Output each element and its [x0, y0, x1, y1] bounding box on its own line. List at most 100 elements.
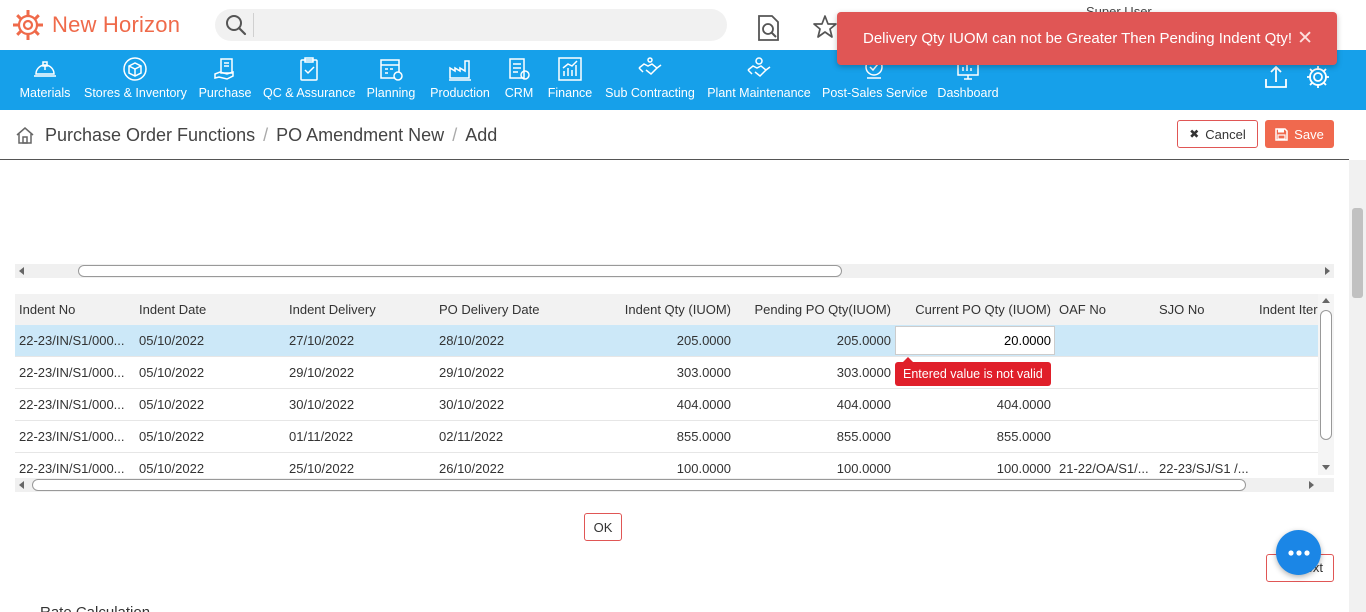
breadcrumb-separator: /	[452, 124, 458, 145]
scroll-thumb[interactable]	[32, 479, 1246, 491]
home-icon[interactable]	[15, 125, 35, 145]
grid-horizontal-scrollbar[interactable]	[15, 478, 1334, 492]
save-button[interactable]: Save	[1265, 120, 1334, 148]
current-po-qty-input[interactable]	[895, 326, 1055, 355]
nav-item-production[interactable]: Production	[428, 50, 492, 110]
scroll-right-arrow-icon[interactable]	[1325, 267, 1330, 275]
helmet-icon	[34, 61, 56, 77]
cell-oaf-no	[1059, 325, 1149, 356]
column-header[interactable]: PO Delivery Date	[439, 294, 579, 325]
cell-indent-qty: 404.0000	[676, 397, 731, 412]
cell-indent-no: 22-23/IN/S1/000...	[19, 429, 125, 444]
close-icon[interactable]: ✕	[1297, 29, 1313, 48]
column-header[interactable]: OAF No	[1059, 294, 1149, 325]
ok-button[interactable]: OK	[584, 513, 622, 541]
column-header[interactable]: Pending PO Qty(IUOM)	[741, 294, 891, 325]
settings-gear-icon[interactable]	[1305, 64, 1331, 90]
column-header[interactable]: Current PO Qty (IUOM)	[895, 294, 1051, 325]
scroll-left-arrow-icon[interactable]	[19, 481, 24, 489]
page-scrollbar[interactable]	[1349, 160, 1366, 612]
cell-indent-no: 22-23/IN/S1/000...	[19, 333, 125, 348]
cancel-button[interactable]: ✖ Cancel	[1177, 120, 1258, 148]
nav-item-stores-inventory[interactable]: Stores & Inventory	[84, 50, 187, 110]
table-row[interactable]: 22-23/IN/S1/000... 05/10/2022 30/10/2022…	[15, 389, 1318, 421]
table-row[interactable]: 22-23/IN/S1/000... 05/10/2022 25/10/2022…	[15, 453, 1318, 475]
gear-logo-icon	[13, 10, 43, 40]
cell-indent-no: 22-23/IN/S1/000...	[19, 365, 125, 380]
nav-item-finance[interactable]: Finance	[546, 50, 594, 110]
cell-po-delivery-date[interactable]: 30/10/2022	[439, 389, 579, 420]
nav-item-plant-maintenance[interactable]: Plant Maintenance	[706, 50, 812, 110]
cell-po-delivery-date[interactable]: 02/11/2022	[439, 421, 579, 452]
cell-indent-qty: 100.0000	[676, 461, 731, 475]
chat-bubble-button[interactable]	[1276, 530, 1321, 575]
nav-label: Materials	[19, 86, 71, 100]
grid-vertical-scrollbar[interactable]	[1318, 294, 1334, 475]
cell-po-delivery-date[interactable]: 29/10/2022	[439, 357, 579, 388]
cell-indent-no: 22-23/IN/S1/000...	[19, 461, 125, 475]
cell-indent-delivery: 27/10/2022	[289, 333, 355, 348]
scroll-down-arrow-icon[interactable]	[1322, 465, 1330, 470]
nav-item-planning[interactable]: Planning	[365, 50, 417, 110]
column-header[interactable]: Indent Delivery	[289, 294, 429, 325]
column-header[interactable]: Indent No	[19, 294, 129, 325]
chat-dots-icon	[1287, 549, 1310, 556]
table-row[interactable]: 22-23/IN/S1/000... 05/10/2022 29/10/2022…	[15, 357, 1318, 389]
cell-oaf-no	[1059, 421, 1149, 452]
scroll-up-arrow-icon[interactable]	[1322, 298, 1330, 303]
breadcrumb-item-purchase-order-functions[interactable]: Purchase Order Functions	[45, 125, 255, 146]
column-header[interactable]: Indent Date	[139, 294, 279, 325]
cell-po-delivery-date[interactable]: 28/10/2022	[439, 325, 579, 356]
star-icon[interactable]	[812, 14, 838, 40]
scroll-left-arrow-icon[interactable]	[19, 267, 24, 275]
column-header[interactable]: SJO No	[1159, 294, 1249, 325]
cell-current-po-qty[interactable]: 100.0000	[895, 453, 1051, 475]
cell-indent-qty: 303.0000	[676, 365, 731, 380]
cell-oaf-no	[1059, 389, 1149, 420]
nav-item-materials[interactable]: Materials	[16, 50, 74, 110]
purchase-icon	[214, 58, 234, 80]
column-header[interactable]: Indent Qty (IUOM)	[581, 294, 731, 325]
search-icon[interactable]	[225, 14, 247, 36]
nav-label: Sub Contracting	[605, 86, 695, 100]
cell-po-delivery-date[interactable]: 26/10/2022	[439, 453, 579, 475]
cell-pending-po-qty: 404.0000	[836, 397, 891, 412]
brand[interactable]: New Horizon	[12, 9, 180, 41]
cell-indent-date: 05/10/2022	[139, 397, 205, 412]
nav-label: Finance	[547, 86, 593, 100]
cell-sjo-no	[1159, 325, 1249, 356]
upload-icon[interactable]	[1263, 64, 1289, 90]
cell-current-po-qty[interactable]: 404.0000	[895, 389, 1051, 420]
rate-calculation-heading: Rate Calculation	[40, 604, 150, 612]
save-label: Save	[1294, 126, 1324, 142]
column-header[interactable]: Indent Iter	[1259, 294, 1318, 325]
table-row[interactable]: 22-23/IN/S1/000... 05/10/2022 01/11/2022…	[15, 421, 1318, 453]
nav-item-purchase[interactable]: Purchase	[196, 50, 254, 110]
nav-label: Dashboard	[937, 86, 999, 100]
header-divider	[0, 159, 1349, 160]
cell-pending-po-qty: 205.0000	[836, 333, 891, 348]
cell-current-po-qty[interactable]: 855.0000	[895, 421, 1051, 452]
scroll-thumb[interactable]	[78, 265, 842, 277]
breadcrumb-separator: /	[263, 124, 269, 145]
grid-header: Indent No Indent Date Indent Delivery PO…	[15, 294, 1318, 325]
nav-item-qc-assurance[interactable]: QC & Assurance	[263, 50, 355, 110]
validation-tooltip: Entered value is not valid	[895, 357, 1051, 386]
table-row[interactable]: 22-23/IN/S1/000... 05/10/2022 27/10/2022…	[15, 325, 1318, 357]
nav-item-crm[interactable]: CRM	[502, 50, 536, 110]
scroll-right-arrow-icon[interactable]	[1309, 481, 1314, 489]
upper-horizontal-scrollbar[interactable]	[15, 264, 1334, 278]
page-scroll-thumb[interactable]	[1352, 208, 1363, 298]
cell-indent-qty: 205.0000	[676, 333, 731, 348]
nav-item-sub-contracting[interactable]: Sub Contracting	[604, 50, 696, 110]
breadcrumb-item-po-amendment-new[interactable]: PO Amendment New	[276, 125, 444, 146]
cell-indent-delivery: 30/10/2022	[289, 397, 355, 412]
cell-sjo-no: 22-23/SJ/S1 /...	[1159, 461, 1249, 475]
nav-label: Production	[430, 86, 490, 100]
error-toast: Delivery Qty IUOM can not be Greater The…	[837, 12, 1337, 65]
document-search-icon[interactable]	[756, 14, 782, 42]
brand-name: New Horizon	[52, 12, 181, 37]
nav-label: Purchase	[198, 86, 252, 100]
scroll-thumb[interactable]	[1320, 310, 1332, 440]
search-input[interactable]	[259, 13, 719, 37]
